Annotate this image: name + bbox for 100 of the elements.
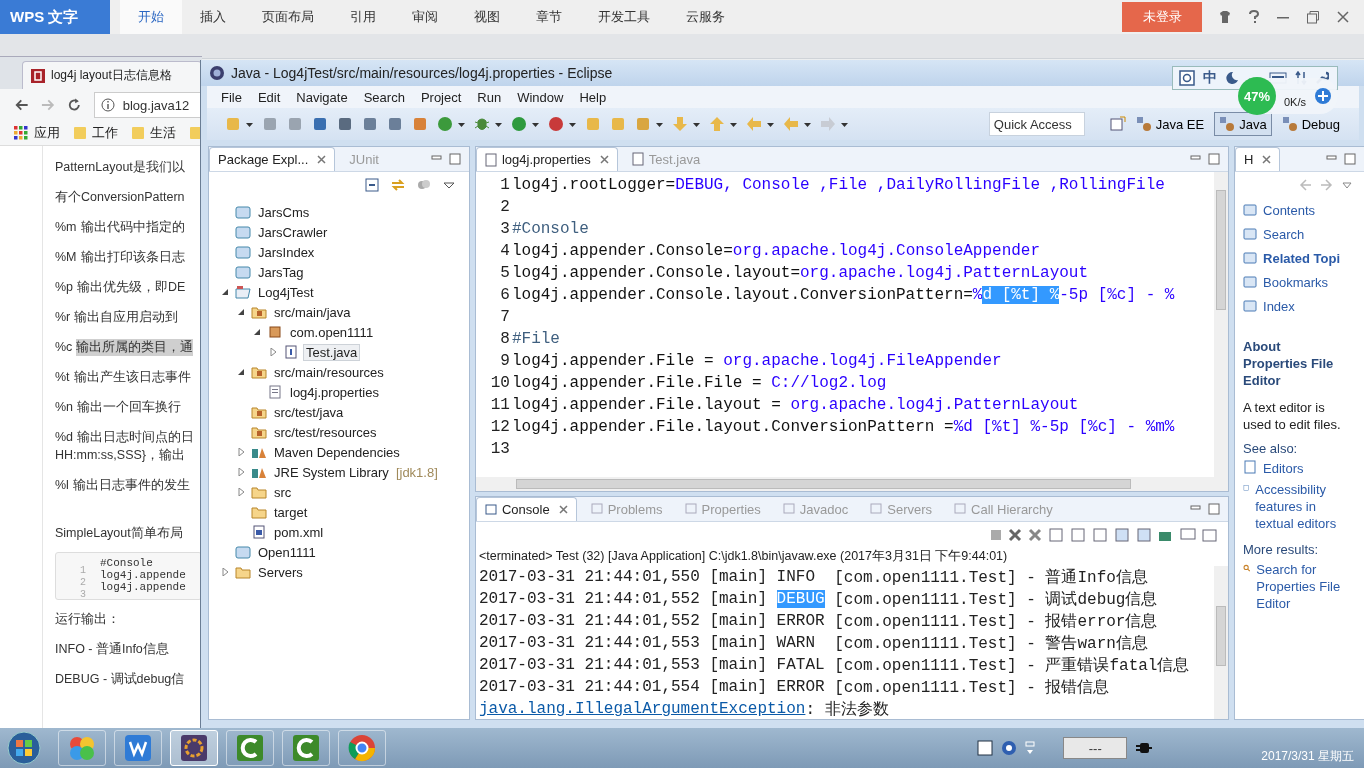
- expanded-arrow-icon[interactable]: [237, 308, 245, 316]
- collapsed-arrow-icon[interactable]: [237, 448, 245, 456]
- tree-item[interactable]: JarsCrawler: [255, 223, 331, 241]
- tree-item[interactable]: JarsIndex: [255, 243, 318, 261]
- start-button[interactable]: [6, 730, 42, 766]
- forward-icon[interactable]: [1320, 179, 1334, 191]
- skin-icon[interactable]: [1218, 10, 1232, 24]
- help-link[interactable]: Contents: [1263, 202, 1316, 218]
- stop-icon[interactable]: [990, 529, 1002, 541]
- collapsed-arrow-icon[interactable]: [269, 348, 277, 356]
- menu-item[interactable]: Window: [509, 89, 572, 105]
- power-plug-icon[interactable]: [1135, 741, 1154, 755]
- tree-item[interactable]: JarsCms: [255, 203, 313, 221]
- forward-icon[interactable]: [40, 98, 56, 112]
- perspective-button[interactable]: Debug: [1276, 112, 1345, 136]
- collapsed-arrow-icon[interactable]: [221, 568, 229, 576]
- help-icon[interactable]: [1248, 10, 1260, 24]
- remove-icon[interactable]: [1008, 528, 1022, 542]
- input-mode-toggle[interactable]: 中: [1203, 69, 1217, 87]
- tree-item[interactable]: JRE System Library: [271, 463, 392, 481]
- help-link[interactable]: Editors: [1263, 460, 1304, 477]
- close-icon[interactable]: [317, 155, 327, 164]
- browser-tab[interactable]: log4j layout日志信息格: [22, 61, 202, 89]
- tree-item[interactable]: log4j.properties: [287, 383, 382, 401]
- bug-icon[interactable]: [474, 116, 490, 132]
- back-icon[interactable]: [14, 98, 29, 112]
- scrollbar[interactable]: [1214, 566, 1228, 719]
- tree-item[interactable]: target: [271, 503, 311, 521]
- display-console-icon[interactable]: [1180, 527, 1196, 543]
- menu-caret-icon[interactable]: [1342, 179, 1352, 191]
- restore-icon[interactable]: [1306, 10, 1320, 24]
- menu-item[interactable]: Search: [355, 89, 413, 105]
- tree-item[interactable]: src/test/java: [271, 403, 347, 421]
- tree-item[interactable]: Maven Dependencies: [271, 443, 403, 461]
- taskbar-app[interactable]: [170, 730, 218, 766]
- menu-item[interactable]: File: [213, 89, 250, 105]
- tree-item[interactable]: Open1111: [255, 543, 319, 561]
- view-tab[interactable]: H: [1235, 147, 1281, 171]
- help-link[interactable]: Related Topi: [1263, 250, 1341, 266]
- open-perspective-icon[interactable]: [1109, 116, 1126, 132]
- close-icon[interactable]: [599, 155, 609, 164]
- console-option-icon[interactable]: [1070, 527, 1086, 543]
- ribbon-tab[interactable]: 插入: [182, 0, 244, 34]
- menu-item[interactable]: Project: [412, 89, 470, 105]
- bookmark[interactable]: 应用: [34, 124, 60, 142]
- tree-item[interactable]: src/main/java: [271, 303, 354, 321]
- filter-icon[interactable]: [416, 178, 431, 192]
- address-field[interactable]: blog.java12: [93, 92, 202, 118]
- close-icon[interactable]: [1262, 155, 1272, 164]
- tree-item[interactable]: JarsTag: [255, 263, 307, 281]
- add-icon[interactable]: [1314, 87, 1332, 105]
- tree-item[interactable]: src/test/resources: [271, 423, 380, 441]
- moon-icon[interactable]: [1225, 71, 1239, 85]
- battery-indicator[interactable]: ---: [1063, 737, 1128, 759]
- console-option-icon[interactable]: [1114, 527, 1130, 543]
- tree-item[interactable]: pom.xml: [271, 523, 327, 541]
- maximize-icon[interactable]: [1208, 503, 1220, 515]
- bookmark[interactable]: 生活: [150, 124, 176, 142]
- menu-item[interactable]: Help: [571, 89, 615, 105]
- reload-icon[interactable]: [67, 97, 82, 113]
- maximize-icon[interactable]: [1344, 153, 1356, 165]
- new-console-icon[interactable]: [1202, 527, 1218, 543]
- tree-item[interactable]: Test.java: [303, 343, 361, 361]
- link-editor-icon[interactable]: [390, 178, 405, 192]
- help-link[interactable]: Search for Properties File Editor: [1256, 561, 1353, 612]
- help-link[interactable]: Search: [1263, 226, 1305, 242]
- help-link[interactable]: Index: [1263, 298, 1295, 314]
- expanded-arrow-icon[interactable]: [237, 368, 245, 376]
- menu-item[interactable]: Navigate: [288, 89, 356, 105]
- ribbon-tab[interactable]: 章节: [518, 0, 580, 34]
- help-icon[interactable]: [1001, 740, 1018, 756]
- taskbar-app[interactable]: [114, 730, 162, 766]
- taskbar-app[interactable]: [282, 730, 330, 766]
- help-link[interactable]: Bookmarks: [1263, 274, 1329, 290]
- ribbon-tab[interactable]: 开始: [120, 0, 182, 34]
- ribbon-tab[interactable]: 引用: [332, 0, 394, 34]
- help-link[interactable]: Accessibility features in textual editors: [1255, 481, 1353, 532]
- collapse-all-icon[interactable]: [364, 178, 379, 192]
- console-option-icon[interactable]: [1136, 527, 1152, 543]
- view-tab[interactable]: Package Expl...: [209, 147, 336, 171]
- close-icon[interactable]: [1336, 10, 1350, 24]
- ime-logo-icon[interactable]: [1179, 70, 1195, 86]
- console-option-icon[interactable]: [1092, 527, 1108, 543]
- ribbon-tab[interactable]: 开发工具: [580, 0, 668, 34]
- ime-tray-icon[interactable]: [977, 740, 994, 756]
- menu-item[interactable]: Edit: [249, 89, 289, 105]
- tray-options-icon[interactable]: [1025, 740, 1036, 756]
- perspective-button[interactable]: Java: [1214, 112, 1272, 136]
- maximize-icon[interactable]: [1208, 153, 1220, 165]
- perspective-button[interactable]: Java EE: [1130, 112, 1210, 136]
- ribbon-tab[interactable]: 审阅: [394, 0, 456, 34]
- app-logo[interactable]: WPS 文字: [0, 0, 110, 34]
- scrollbar[interactable]: [475, 477, 1228, 491]
- tree-item[interactable]: src: [271, 483, 295, 501]
- exception-link[interactable]: java.lang.IllegalArgumentException: [478, 700, 806, 718]
- collapsed-arrow-icon[interactable]: [237, 488, 245, 496]
- console-option-icon[interactable]: [1048, 527, 1064, 543]
- tree-item[interactable]: Log4jTest: [255, 283, 317, 301]
- tree-item[interactable]: src/main/resources: [271, 363, 387, 381]
- close-icon[interactable]: [558, 505, 568, 514]
